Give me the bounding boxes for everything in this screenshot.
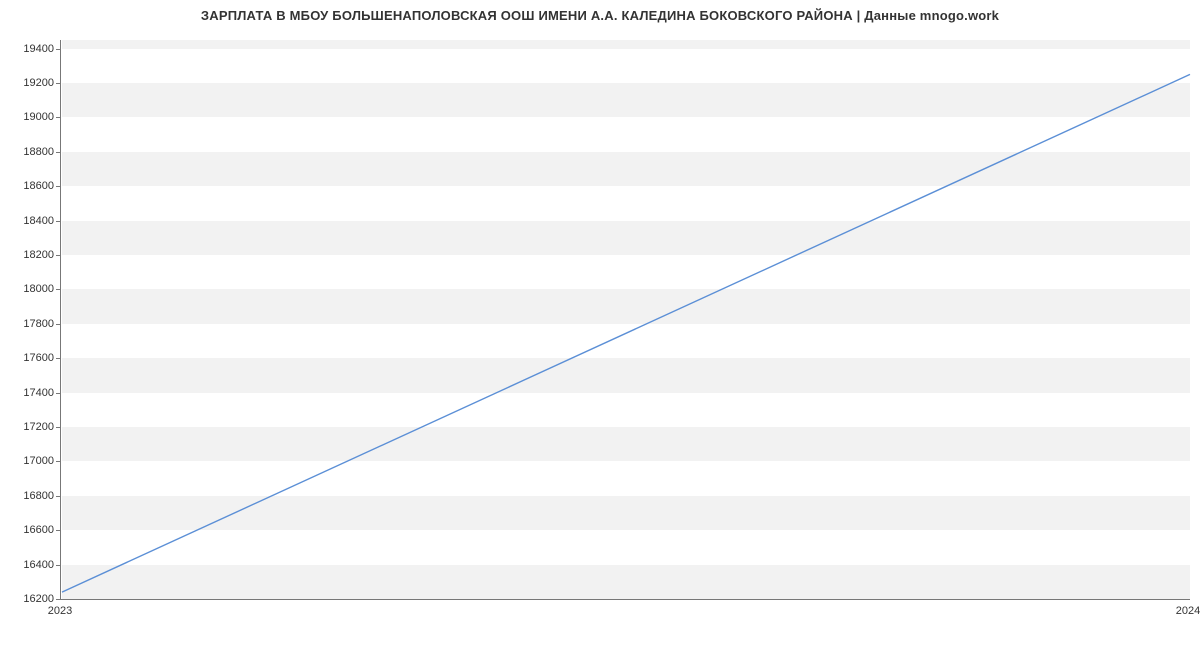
y-tick-label: 19400 bbox=[4, 43, 54, 55]
y-tick-label: 18400 bbox=[4, 215, 54, 227]
salary-chart: ЗАРПЛАТА В МБОУ БОЛЬШЕНАПОЛОВСКАЯ ООШ ИМ… bbox=[0, 0, 1200, 650]
y-tick bbox=[56, 152, 61, 153]
y-tick-label: 17000 bbox=[4, 455, 54, 467]
x-tick-label: 2023 bbox=[48, 605, 72, 617]
y-tick bbox=[56, 565, 61, 566]
y-tick-label: 16600 bbox=[4, 524, 54, 536]
y-tick-label: 18600 bbox=[4, 180, 54, 192]
y-tick-label: 18000 bbox=[4, 283, 54, 295]
y-tick bbox=[56, 49, 61, 50]
y-tick bbox=[56, 496, 61, 497]
y-tick bbox=[56, 358, 61, 359]
y-tick bbox=[56, 186, 61, 187]
y-tick-label: 18200 bbox=[4, 249, 54, 261]
y-tick bbox=[56, 461, 61, 462]
y-tick-label: 18800 bbox=[4, 146, 54, 158]
y-tick bbox=[56, 599, 61, 600]
y-tick-label: 17600 bbox=[4, 352, 54, 364]
plot-area bbox=[60, 40, 1190, 600]
y-tick bbox=[56, 427, 61, 428]
y-tick bbox=[56, 289, 61, 290]
y-tick bbox=[56, 530, 61, 531]
y-tick-label: 16400 bbox=[4, 559, 54, 571]
y-tick bbox=[56, 221, 61, 222]
y-tick bbox=[56, 83, 61, 84]
y-tick-label: 16200 bbox=[4, 593, 54, 605]
y-tick-label: 17400 bbox=[4, 387, 54, 399]
y-tick bbox=[56, 393, 61, 394]
y-tick-label: 17200 bbox=[4, 421, 54, 433]
x-tick-label: 2024 bbox=[1176, 605, 1200, 617]
line-series bbox=[62, 40, 1190, 599]
y-tick-label: 16800 bbox=[4, 490, 54, 502]
y-tick-label: 19000 bbox=[4, 111, 54, 123]
y-tick-label: 17800 bbox=[4, 318, 54, 330]
y-tick bbox=[56, 324, 61, 325]
y-tick bbox=[56, 255, 61, 256]
y-tick-label: 19200 bbox=[4, 77, 54, 89]
chart-title: ЗАРПЛАТА В МБОУ БОЛЬШЕНАПОЛОВСКАЯ ООШ ИМ… bbox=[0, 0, 1200, 23]
y-tick bbox=[56, 117, 61, 118]
